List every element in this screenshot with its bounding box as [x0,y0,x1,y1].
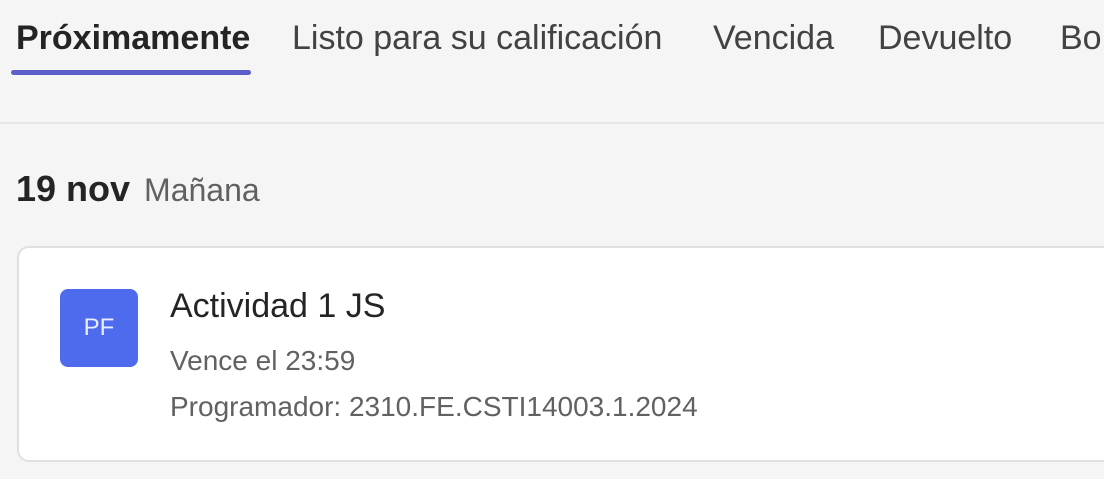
tab-overdue[interactable]: Vencida [713,18,834,58]
tab-returned[interactable]: Devuelto [878,18,1012,58]
tab-ready-for-grading[interactable]: Listo para su calificación [292,18,662,58]
group-date: 19 nov [16,168,131,209]
assignment-card[interactable]: PF Actividad 1 JS Vence el 23:59 Program… [17,246,1104,462]
assignment-tabs: Próximamente Listo para su calificación … [0,0,1104,124]
date-group-heading: 19 nov Mañana [16,168,260,210]
assignment-due: Vence el 23:59 [170,345,356,376]
assignment-course: Programador: 2310.FE.CSTI14003.1.2024 [170,391,698,422]
tab-drafts[interactable]: Bo [1060,18,1102,58]
group-relative-date: Mañana [144,172,260,208]
class-avatar: PF [60,289,138,367]
tab-upcoming[interactable]: Próximamente [16,18,250,58]
active-tab-indicator [11,70,251,75]
assignment-title: Actividad 1 JS [170,287,386,325]
